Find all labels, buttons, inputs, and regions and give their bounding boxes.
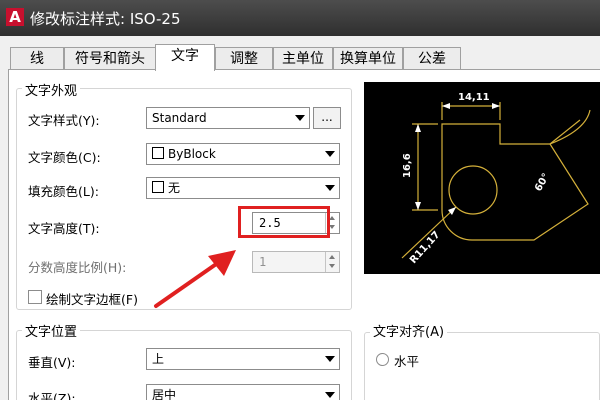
text-alignment-title: 文字对齐(A): [370, 321, 448, 340]
fraction-height-scale-value: 1: [259, 255, 267, 269]
fraction-height-scale-label: 分数高度比例(H):: [28, 260, 127, 275]
horizontal-dropdown[interactable]: 居中: [146, 384, 340, 400]
tab-alternate-units[interactable]: 换算单位: [333, 47, 403, 69]
vertical-value: 上: [152, 352, 165, 366]
chevron-down-icon: [325, 392, 335, 398]
chevron-down-icon: [325, 151, 335, 157]
tab-fit[interactable]: 调整: [215, 47, 273, 69]
text-color-value: ByBlock: [168, 147, 216, 161]
arrowhead: [442, 103, 450, 109]
text-height-label: 文字高度(T):: [28, 221, 100, 236]
draw-frame-label: 绘制文字边框(F): [46, 292, 138, 307]
preview-circle: [448, 165, 498, 215]
text-placement-title: 文字位置: [22, 321, 81, 340]
dim-label-angle: 60°: [533, 172, 552, 194]
tab-tolerances[interactable]: 公差: [403, 47, 461, 69]
tab-bar: 线 符号和箭头 文字 调整 主单位 换算单位 公差: [0, 44, 600, 71]
text-appearance-title: 文字外观: [22, 80, 81, 99]
text-style-browse-button[interactable]: ...: [313, 107, 341, 129]
arrowheads: [415, 103, 500, 215]
horizontal-alignment-radio[interactable]: [376, 353, 389, 366]
tab-text[interactable]: 文字: [155, 44, 215, 71]
tab-lines[interactable]: 线: [10, 47, 64, 69]
window-title: 修改标注样式: ISO-25: [30, 10, 181, 28]
draw-frame-checkbox[interactable]: [28, 290, 42, 304]
dim-label-left: 16,6: [402, 153, 413, 178]
chevron-down-icon: [325, 356, 335, 362]
arrow-shaft: [154, 258, 224, 308]
preview-drawing: 14,11 16,6 60° R11,17: [401, 92, 591, 266]
fill-color-dropdown[interactable]: 无: [146, 177, 340, 199]
vertical-dropdown[interactable]: 上: [146, 348, 340, 370]
angle-leg: [549, 119, 581, 145]
horizontal-label: 水平(Z):: [28, 391, 76, 400]
text-style-label: 文字样式(Y):: [28, 113, 100, 128]
preview-panel: 14,11 16,6 60° R11,17: [364, 82, 600, 274]
text-style-dropdown[interactable]: Standard: [146, 107, 310, 129]
red-arrow-annotation: [154, 250, 236, 308]
spinner-buttons[interactable]: [325, 252, 339, 272]
color-swatch-icon: [152, 147, 164, 159]
color-swatch-icon: [152, 181, 164, 193]
arrowhead: [492, 103, 500, 109]
horizontal-alignment-label: 水平: [394, 354, 420, 369]
horizontal-value: 居中: [152, 388, 177, 400]
text-color-label: 文字颜色(C):: [28, 150, 101, 165]
arrow-head: [208, 250, 236, 276]
chevron-down-icon: [325, 185, 335, 191]
text-style-value: Standard: [152, 111, 207, 125]
title-bar[interactable]: A 修改标注样式: ISO-25: [0, 0, 600, 36]
arrowhead: [415, 124, 421, 132]
tab-primary-units[interactable]: 主单位: [273, 47, 333, 69]
fill-color-label: 填充颜色(L):: [28, 184, 99, 199]
fill-color-value: 无: [168, 181, 181, 195]
spinner-down-icon: [329, 264, 335, 268]
dimension-style-dialog: A 修改标注样式: ISO-25 线 符号和箭头 文字 调整 主单位 换算单位 …: [0, 0, 600, 400]
text-color-dropdown[interactable]: ByBlock: [146, 143, 340, 165]
arrowhead: [415, 202, 421, 210]
preview-part-outline: [441, 123, 589, 241]
spinner-up-icon: [329, 255, 335, 259]
fraction-height-scale-input[interactable]: 1: [252, 251, 340, 273]
dim-label-top: 14,11: [458, 92, 490, 103]
vertical-label: 垂直(V):: [28, 355, 76, 370]
autocad-logo-icon: A: [6, 8, 24, 26]
tab-symbols-arrows[interactable]: 符号和箭头: [64, 47, 156, 69]
chevron-down-icon: [295, 115, 305, 121]
